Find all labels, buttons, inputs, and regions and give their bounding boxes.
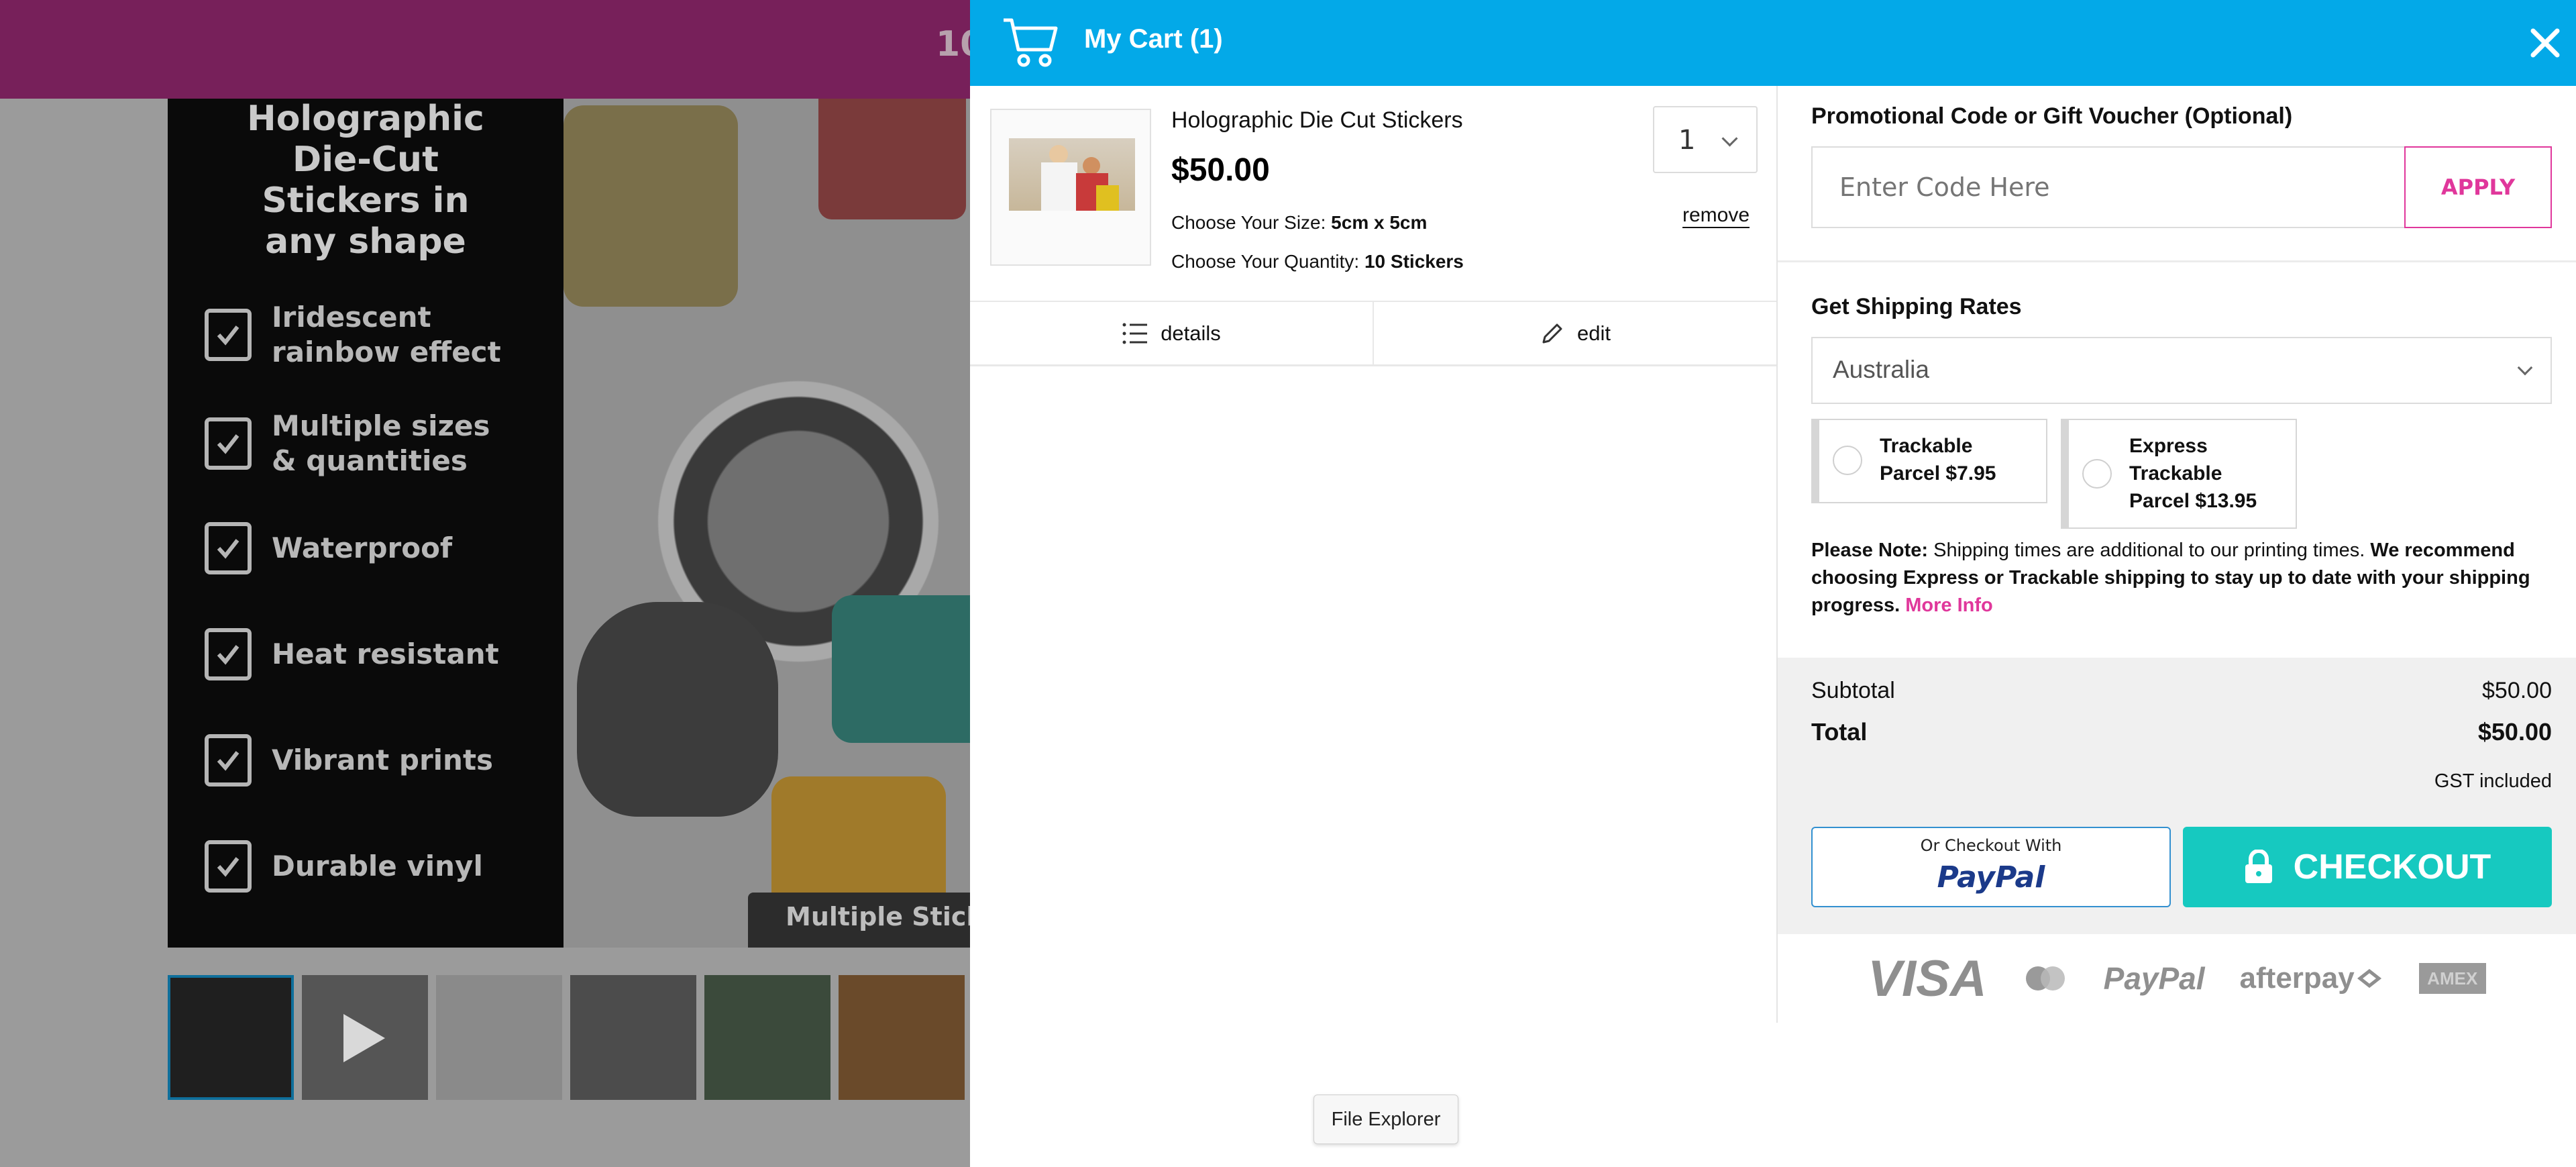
shipping-note: Please Note: Shipping times are addition… [1811, 540, 2530, 616]
item-price: $50.00 [1171, 152, 1270, 188]
thumbnail[interactable] [570, 975, 696, 1100]
cart-drawer: My Cart (1) Holographic Die Cut Stickers… [970, 0, 2576, 1167]
thumbnail[interactable] [839, 975, 965, 1100]
checkbox-icon [205, 417, 252, 470]
feature-item: Multiple sizes & quantities [205, 407, 490, 480]
pencil-icon [1542, 323, 1562, 343]
feature-item: Durable vinyl [205, 829, 483, 903]
item-image [1009, 138, 1135, 211]
item-quantity: Choose Your Quantity: 10 Stickers [1171, 251, 1464, 272]
payment-logos: VISA PayPal afterpay AMEX [1778, 934, 2576, 1023]
details-button[interactable]: details [970, 302, 1373, 364]
lock-icon [2245, 850, 2272, 883]
checkout-button[interactable]: CHECKOUT [2183, 827, 2552, 907]
mastercard-logo [2022, 964, 2069, 993]
close-icon[interactable] [2526, 24, 2564, 62]
product-photo [564, 99, 970, 948]
play-icon [343, 1014, 385, 1062]
list-icon [1122, 323, 1148, 344]
thumbnail[interactable] [704, 975, 830, 1100]
header-partial-text: 10 [936, 24, 970, 64]
cart-icon [1001, 15, 1060, 72]
thumbnail[interactable] [436, 975, 562, 1100]
paypal-logo: PayPal [1937, 860, 2045, 895]
checkbox-icon [205, 309, 252, 361]
cart-header: My Cart (1) [970, 0, 2576, 86]
paypal-checkout-button[interactable]: Or Checkout With PayPal [1811, 827, 2171, 907]
background-product-page: 10 Holographic Die-Cut Stickers in any s… [0, 0, 970, 1167]
total-row: Total $50.00 [1811, 718, 2552, 746]
radio-button[interactable] [1833, 446, 1862, 475]
chevron-down-icon [2517, 360, 2533, 376]
more-info-link[interactable]: More Info [1905, 595, 1993, 616]
checkbox-icon [205, 522, 252, 574]
item-size: Choose Your Size: 5cm x 5cm [1171, 212, 1428, 233]
visa-logo: VISA [1868, 950, 1987, 1007]
remove-link[interactable]: remove [1682, 204, 1750, 228]
divider [1778, 260, 2576, 262]
shipping-option-trackable[interactable]: Trackable Parcel $7.95 [1811, 419, 2047, 503]
feature-item: Waterproof [205, 511, 452, 585]
country-select[interactable]: Australia [1811, 337, 2552, 404]
checkbox-icon [205, 628, 252, 680]
cart-item: Holographic Die Cut Stickers $50.00 Choo… [970, 86, 1776, 301]
item-thumbnail[interactable] [990, 109, 1151, 266]
promo-code-input[interactable] [1811, 146, 2404, 228]
shipping-label: Get Shipping Rates [1811, 294, 2022, 319]
afterpay-logo: afterpay [2240, 962, 2384, 995]
chevron-down-icon [1721, 130, 1738, 147]
checkbox-icon [205, 734, 252, 787]
subtotal-row: Subtotal $50.00 [1811, 678, 2552, 703]
radio-button[interactable] [2082, 459, 2112, 489]
site-header: 10 [0, 0, 970, 99]
amex-logo: AMEX [2418, 963, 2486, 994]
promo-title: Holographic Die-Cut Stickers in any shap… [247, 99, 484, 262]
thumbnail-video[interactable] [302, 975, 428, 1100]
quantity-select[interactable]: 1 [1653, 106, 1758, 173]
edit-button[interactable]: edit [1373, 302, 1776, 364]
photo-caption: Multiple Sticke [748, 893, 970, 948]
file-explorer-tooltip: File Explorer [1313, 1095, 1458, 1144]
item-name: Holographic Die Cut Stickers [1171, 107, 1463, 133]
feature-item: Heat resistant [205, 617, 499, 691]
thumbnail-strip [168, 975, 965, 1100]
shipping-option-express[interactable]: Express Trackable Parcel $13.95 [2061, 419, 2297, 529]
promo-label: Promotional Code or Gift Voucher (Option… [1811, 103, 2293, 129]
feature-item: Iridescent rainbow effect [205, 298, 501, 372]
feature-item: Vibrant prints [205, 723, 493, 797]
paypal-logo: PayPal [2103, 961, 2205, 996]
apply-button[interactable]: APPLY [2404, 146, 2552, 228]
checkbox-icon [205, 840, 252, 893]
thumbnail[interactable] [168, 975, 294, 1100]
item-actions: details edit [970, 301, 1776, 366]
cart-title: My Cart (1) [1084, 24, 1223, 54]
